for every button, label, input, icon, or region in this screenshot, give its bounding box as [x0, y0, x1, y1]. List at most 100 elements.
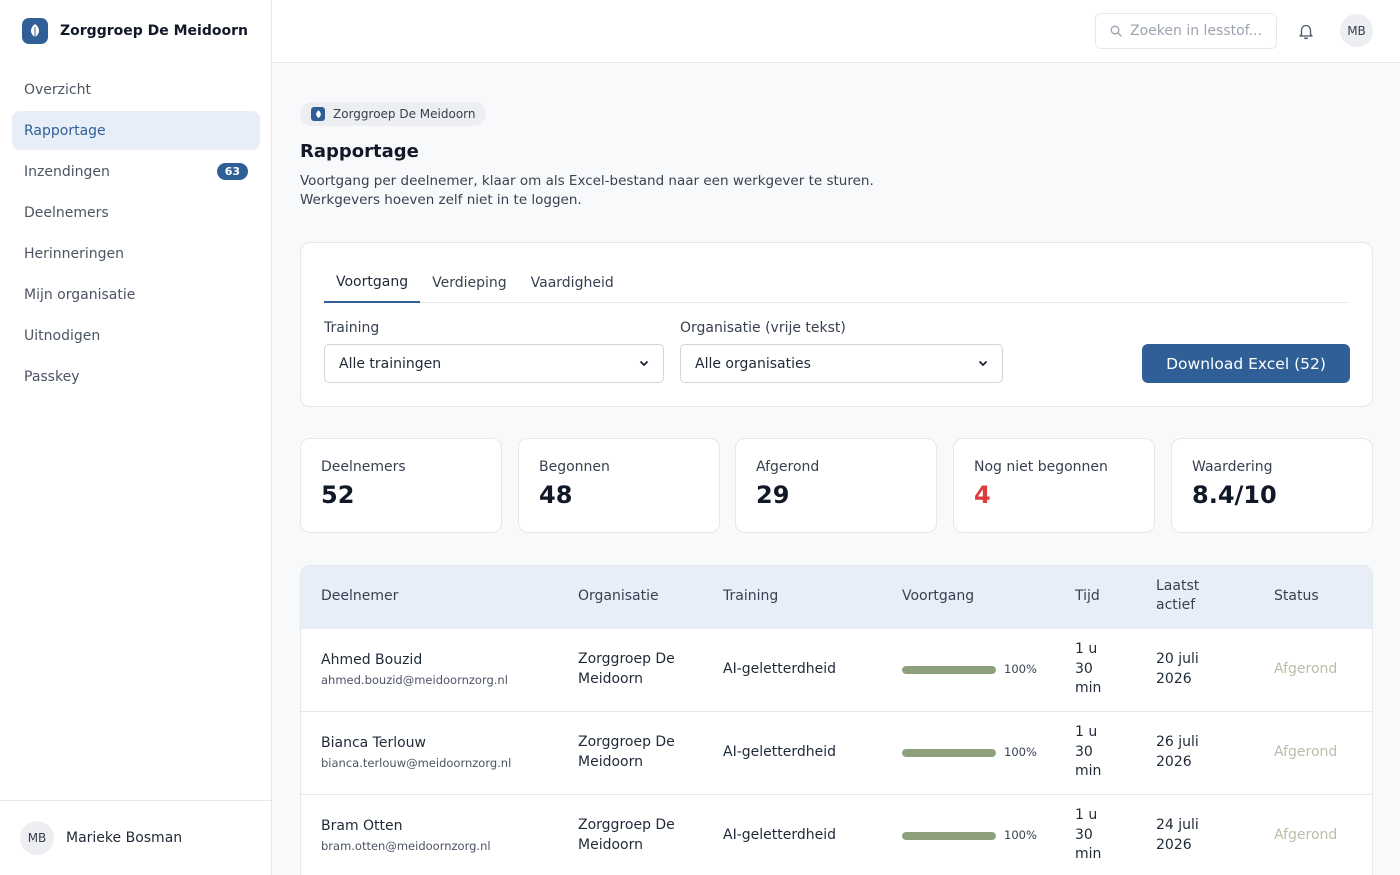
- page-title: Rapportage: [300, 141, 419, 162]
- search-icon: [1110, 22, 1122, 41]
- sidebar-item-label: Overzicht: [24, 81, 91, 98]
- table-row[interactable]: Bram Otten bram.otten@meidoornzorg.nl Zo…: [301, 795, 1372, 875]
- progress-bar: [902, 666, 996, 674]
- cell-line: 20 juli: [1156, 651, 1199, 667]
- header-line: actief: [1156, 597, 1196, 613]
- table-header: Deelnemer Organisatie Training Voortgang…: [301, 566, 1372, 629]
- stat-label: Afgerond: [756, 459, 820, 475]
- sidebar-item-mijn-organisatie[interactable]: Mijn organisatie: [12, 275, 260, 314]
- sidebar-item-inzendingen[interactable]: Inzendingen 63: [12, 152, 260, 191]
- sidebar-item-passkey[interactable]: Passkey: [12, 357, 260, 396]
- cell-line: 2026: [1156, 836, 1192, 853]
- participant-name: Ahmed Bouzid: [321, 652, 423, 668]
- tab-vaardigheid[interactable]: Vaardigheid: [519, 263, 626, 303]
- progress-bar: [902, 749, 996, 757]
- status-badge: Afgerond: [1274, 744, 1338, 760]
- tab-voortgang[interactable]: Voortgang: [324, 263, 421, 303]
- organization-cell: Zorggroep De Meidoorn: [578, 650, 675, 689]
- cell-line: 2026: [1156, 670, 1192, 687]
- description-line: Voortgang per deelnemer, klaar om als Ex…: [300, 173, 874, 189]
- column-header-deelnemer[interactable]: Deelnemer: [321, 587, 398, 606]
- filter-panel: Voortgang Verdieping Vaardigheid Trainin…: [300, 242, 1373, 407]
- training-select[interactable]: Alle trainingen: [324, 344, 664, 383]
- stat-value: 8.4/10: [1192, 481, 1277, 509]
- last-active-cell: 20 juli 2026: [1156, 650, 1199, 689]
- brand-name: Zorggroep De Meidoorn: [60, 23, 248, 39]
- search-input[interactable]: [1130, 23, 1265, 39]
- search-box[interactable]: [1095, 13, 1277, 49]
- tab-bar: Voortgang Verdieping Vaardigheid: [324, 263, 1349, 303]
- sidebar-item-label: Inzendingen: [24, 163, 110, 180]
- stat-value: 29: [756, 481, 790, 509]
- column-header-status[interactable]: Status: [1274, 587, 1319, 606]
- table-row[interactable]: Ahmed Bouzid ahmed.bouzid@meidoornzorg.n…: [301, 629, 1372, 712]
- cell-line: 24 juli: [1156, 817, 1199, 833]
- last-active-cell: 24 juli 2026: [1156, 816, 1199, 855]
- table-row[interactable]: Bianca Terlouw bianca.terlouw@meidoornzo…: [301, 712, 1372, 795]
- progress-percent: 100%: [1004, 745, 1037, 759]
- sidebar-item-uitnodigen[interactable]: Uitnodigen: [12, 316, 260, 355]
- training-cell: AI-geletterdheid: [723, 744, 837, 760]
- sidebar-item-label: Herinneringen: [24, 245, 125, 262]
- organization-select-value: Alle organisaties: [695, 355, 811, 372]
- progress-percent: 100%: [1004, 828, 1037, 842]
- sidebar-item-overzicht[interactable]: Overzicht: [12, 70, 260, 109]
- column-header-laatst-actief[interactable]: Laatst actief: [1156, 577, 1199, 615]
- avatar[interactable]: MB: [1340, 14, 1373, 47]
- progress-bar-fill: [902, 666, 996, 674]
- tab-verdieping[interactable]: Verdieping: [420, 263, 519, 303]
- progress-bar-fill: [902, 832, 996, 840]
- training-cell: AI-geletterdheid: [723, 661, 837, 677]
- participant-cell: Bram Otten bram.otten@meidoornzorg.nl: [321, 817, 491, 856]
- column-header-organisatie[interactable]: Organisatie: [578, 587, 659, 606]
- sidebar-nav: Overzicht Rapportage Inzendingen 63 Deeln…: [12, 70, 260, 398]
- cell-line: min: [1075, 680, 1102, 696]
- sidebar-item-deelnemers[interactable]: Deelnemers: [12, 193, 260, 232]
- page-description: Voortgang per deelnemer, klaar om als Ex…: [300, 172, 920, 210]
- sidebar-item-rapportage[interactable]: Rapportage: [12, 111, 260, 150]
- organization-select[interactable]: Alle organisaties: [680, 344, 1003, 383]
- chevron-down-icon: [639, 356, 649, 372]
- organization-chip: Zorggroep De Meidoorn: [300, 102, 487, 126]
- stat-value: 52: [321, 481, 355, 509]
- progress-bar-fill: [902, 749, 996, 757]
- brand[interactable]: Zorggroep De Meidoorn: [22, 18, 248, 44]
- organization-name: Zorggroep De Meidoorn: [333, 107, 476, 121]
- cell-line: 2026: [1156, 753, 1192, 770]
- stat-card-afgerond: Afgerond 29: [735, 438, 937, 533]
- organization-cell: Zorggroep De Meidoorn: [578, 733, 675, 772]
- bell-icon[interactable]: [1297, 22, 1315, 40]
- participant-name: Bianca Terlouw: [321, 735, 426, 751]
- cell-line: Zorggroep De: [578, 651, 675, 667]
- progress-bar: [902, 832, 996, 840]
- cell-line: min: [1075, 763, 1102, 779]
- count-badge: 63: [216, 163, 248, 180]
- progress-percent: 100%: [1004, 662, 1037, 676]
- cell-line: Meidoorn: [578, 670, 643, 687]
- column-header-tijd[interactable]: Tijd: [1075, 587, 1100, 606]
- stat-card-begonnen: Begonnen 48: [518, 438, 720, 533]
- last-active-cell: 26 juli 2026: [1156, 733, 1199, 772]
- participant-cell: Ahmed Bouzid ahmed.bouzid@meidoornzorg.n…: [321, 651, 508, 690]
- cell-line: 26 juli: [1156, 734, 1199, 750]
- column-header-voortgang[interactable]: Voortgang: [902, 587, 974, 606]
- cell-line: 30: [1075, 743, 1093, 760]
- stat-label: Nog niet begonnen: [974, 459, 1108, 475]
- organization-label: Organisatie (vrije tekst): [680, 320, 846, 336]
- stat-card-nog-niet-begonnen: Nog niet begonnen 4: [953, 438, 1155, 533]
- column-header-training[interactable]: Training: [723, 587, 778, 606]
- sidebar-item-herinneringen[interactable]: Herinneringen: [12, 234, 260, 273]
- cell-line: Zorggroep De: [578, 817, 675, 833]
- cell-line: Zorggroep De: [578, 734, 675, 750]
- download-excel-button[interactable]: Download Excel (52): [1142, 344, 1350, 383]
- status-badge: Afgerond: [1274, 661, 1338, 677]
- participant-email: bram.otten@meidoornzorg.nl: [321, 838, 491, 853]
- stat-label: Waardering: [1192, 459, 1273, 475]
- cell-line: 1 u: [1075, 724, 1098, 740]
- status-badge: Afgerond: [1274, 827, 1338, 843]
- sidebar-item-label: Deelnemers: [24, 204, 109, 221]
- time-cell: 1 u 30 min: [1075, 806, 1101, 865]
- participant-email: bianca.terlouw@meidoornzorg.nl: [321, 755, 512, 770]
- description-line: Werkgevers hoeven zelf niet in te loggen…: [300, 192, 582, 208]
- user-profile[interactable]: MB Marieke Bosman: [0, 800, 271, 875]
